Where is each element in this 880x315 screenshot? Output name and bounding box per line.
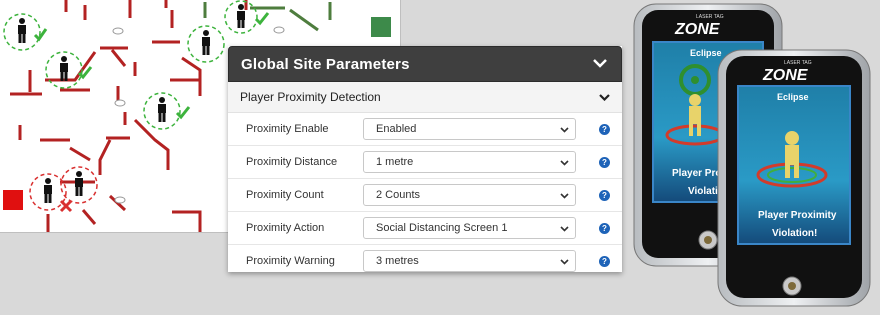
- violation-x-icon: [59, 199, 73, 213]
- svg-text:LASER TAG: LASER TAG: [784, 60, 812, 66]
- param-row-proximity-warning: Proximity Warning 3 metres ?: [228, 245, 622, 277]
- select-value: Social Distancing Screen 1: [376, 222, 508, 234]
- param-row-proximity-count: Proximity Count 2 Counts ?: [228, 179, 622, 212]
- player-violation-1: [29, 173, 67, 211]
- violation-line1: Player Pro: [672, 168, 721, 179]
- chevron-down-icon: [560, 252, 569, 270]
- laser-tag-devices: ZONE LASER TAG Eclipse Player Pro Violat…: [620, 0, 880, 310]
- chevron-down-icon: [560, 153, 569, 171]
- proximity-action-select[interactable]: Social Distancing Screen 1: [363, 217, 576, 239]
- player-violation-2: [60, 166, 98, 204]
- player-ok-5: [143, 92, 191, 130]
- param-row-proximity-action: Proximity Action Social Distancing Scree…: [228, 212, 622, 245]
- param-label: Proximity Warning: [246, 255, 335, 267]
- chevron-down-icon: [560, 219, 569, 237]
- chevron-down-icon: [560, 120, 569, 138]
- select-value: 2 Counts: [376, 189, 421, 201]
- select-value: 1 metre: [376, 156, 414, 168]
- param-label: Proximity Distance: [246, 156, 338, 168]
- select-value: 3 metres: [376, 255, 419, 267]
- red-base-block: [3, 190, 23, 210]
- svg-text:LASER TAG: LASER TAG: [696, 14, 724, 20]
- svg-text:ZONE: ZONE: [762, 67, 809, 84]
- help-icon[interactable]: ?: [599, 255, 610, 267]
- help-icon[interactable]: ?: [599, 156, 610, 168]
- player-ok-3: [187, 25, 225, 63]
- panel-header[interactable]: Global Site Parameters: [228, 46, 622, 82]
- param-label: Proximity Count: [246, 189, 324, 201]
- section-player-proximity[interactable]: Player Proximity Detection: [228, 82, 622, 113]
- proximity-distance-select[interactable]: 1 metre: [363, 151, 576, 173]
- panel-title: Global Site Parameters: [241, 55, 410, 73]
- violation-line2: Violation!: [772, 228, 817, 239]
- devices-drawing: ZONE LASER TAG Eclipse Player Pro Violat…: [633, 3, 871, 307]
- player-ok-1: [3, 13, 48, 51]
- chevron-down-icon: [560, 186, 569, 204]
- screen-title: Eclipse: [777, 92, 809, 102]
- help-icon[interactable]: ?: [599, 222, 610, 234]
- proximity-enable-select[interactable]: Enabled: [363, 118, 576, 140]
- player-ok-2: [45, 51, 93, 89]
- green-base-block: [371, 17, 391, 37]
- help-icon[interactable]: ?: [599, 189, 610, 201]
- screen-title: Eclipse: [690, 48, 722, 58]
- front-device: ZONE LASER TAG Eclipse Player Proximity …: [717, 49, 871, 307]
- section-label: Player Proximity Detection: [240, 90, 381, 104]
- chevron-down-icon[interactable]: [599, 88, 610, 106]
- param-label: Proximity Action: [246, 222, 325, 234]
- param-label: Proximity Enable: [246, 123, 329, 135]
- global-site-parameters-panel: Global Site Parameters Player Proximity …: [228, 46, 622, 272]
- svg-text:ZONE: ZONE: [674, 21, 721, 38]
- violation-line1: Player Proximity: [758, 210, 837, 221]
- help-icon[interactable]: ?: [599, 123, 610, 135]
- param-row-proximity-distance: Proximity Distance 1 metre ?: [228, 146, 622, 179]
- param-row-proximity-enable: Proximity Enable Enabled ?: [228, 113, 622, 146]
- select-value: Enabled: [376, 123, 417, 135]
- proximity-warning-select[interactable]: 3 metres: [363, 250, 576, 272]
- chevron-down-icon[interactable]: [593, 55, 607, 73]
- proximity-count-select[interactable]: 2 Counts: [363, 184, 576, 206]
